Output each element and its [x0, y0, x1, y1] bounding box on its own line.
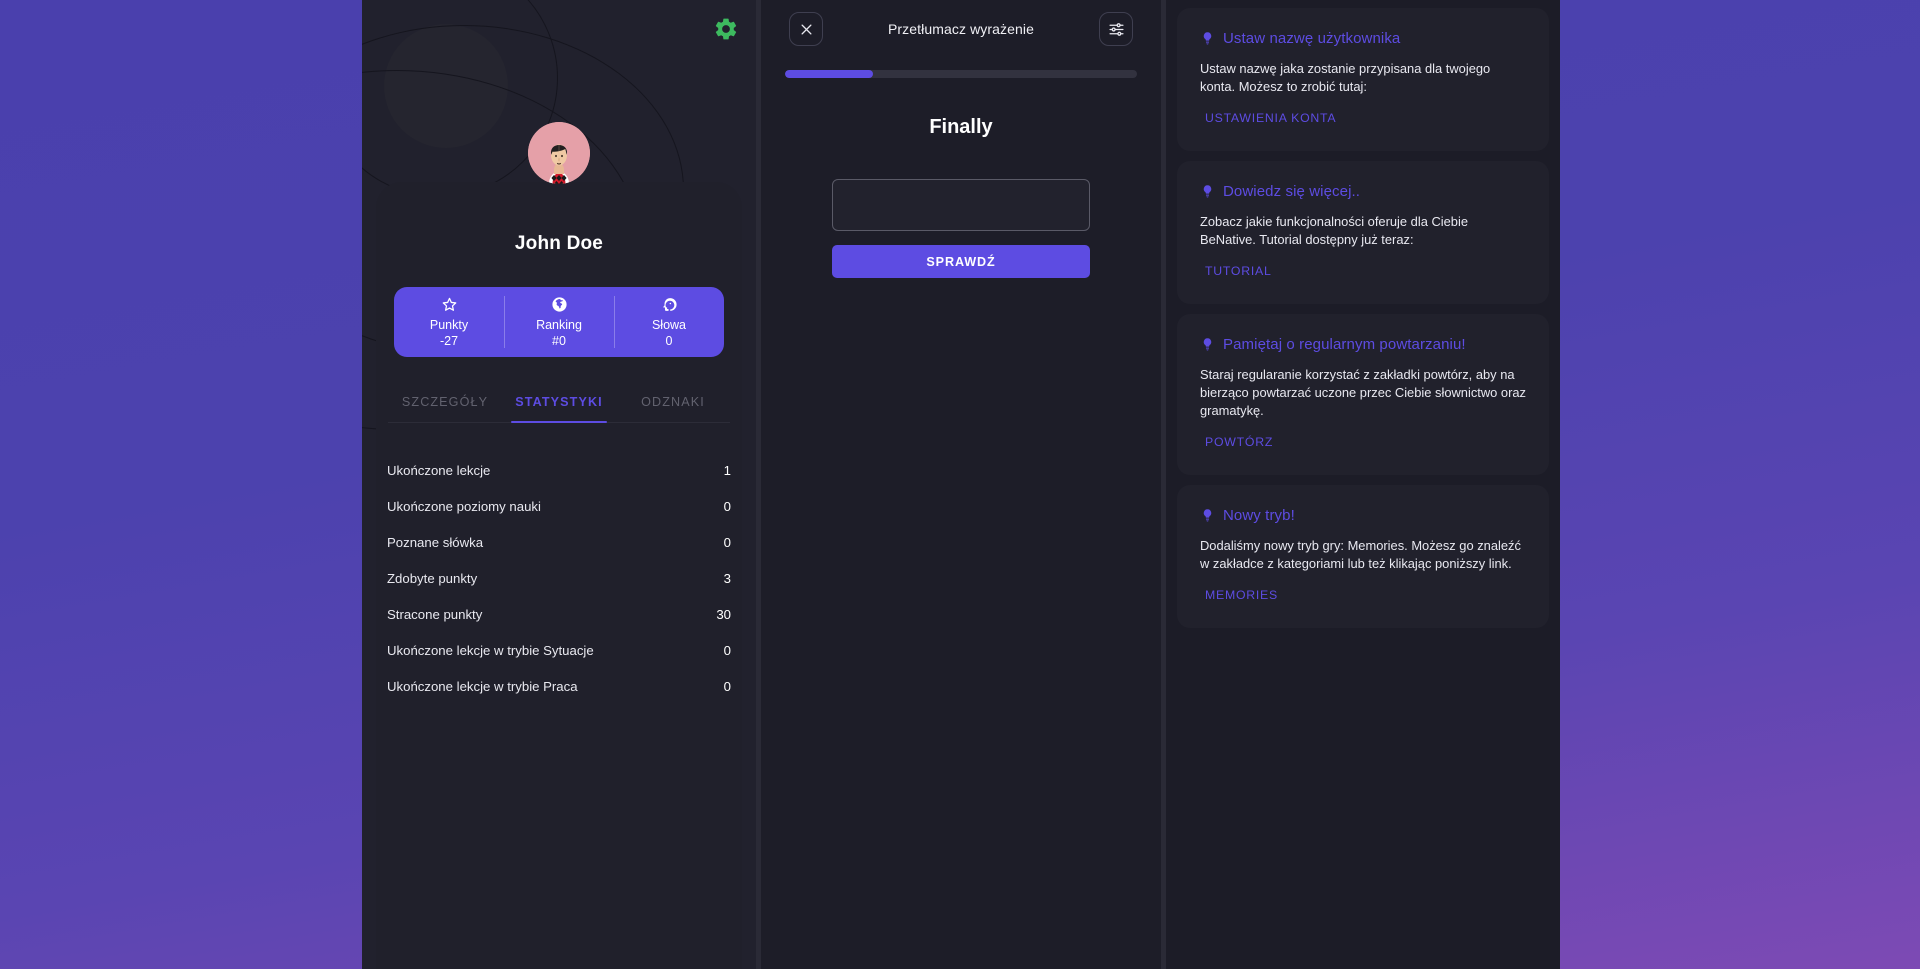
- list-item: Ukończone poziomy nauki 0: [387, 488, 731, 524]
- statistic-value: 0: [723, 534, 731, 550]
- stat-label: Punkty: [429, 317, 469, 332]
- lightbulb-icon: [1203, 32, 1212, 45]
- tip-link-account-settings[interactable]: USTAWIENIA KONTA: [1200, 111, 1336, 125]
- statistic-value: 0: [723, 642, 731, 658]
- profile-panel: John Doe Punkty -27 Ranking #0 Słowa 0 S…: [362, 0, 756, 969]
- close-icon: [801, 24, 811, 34]
- tip-title: Nowy tryb!: [1223, 507, 1295, 524]
- tip-header: Dowiedz się więcej..: [1200, 183, 1526, 200]
- avatar-illustration: [528, 122, 590, 184]
- tip-card-repetition: Pamiętaj o regularnym powtarzaniu! Stara…: [1177, 314, 1549, 475]
- statistic-value: 0: [723, 498, 731, 514]
- tips-panel: Ustaw nazwę użytkownika Ustaw nazwę jaka…: [1166, 0, 1560, 969]
- tip-title: Dowiedz się więcej..: [1223, 183, 1361, 200]
- check-answer-button[interactable]: SPRAWDŹ: [832, 245, 1090, 278]
- tab-szczegoly[interactable]: SZCZEGÓŁY: [388, 395, 502, 422]
- lightbulb-icon: [1203, 185, 1212, 198]
- tip-body: Ustaw nazwę jaka zostanie przypisana dla…: [1200, 61, 1491, 94]
- statistic-label: Ukończone lekcje w trybie Praca: [387, 678, 578, 694]
- stat-cell-points: Punkty -27: [394, 287, 504, 357]
- tip-card-learn-more: Dowiedz się więcej.. Zobacz jakie funkcj…: [1177, 161, 1549, 304]
- decorative-ring: [362, 0, 558, 197]
- stat-cell-ranking: Ranking #0: [504, 287, 614, 357]
- answer-input[interactable]: [832, 179, 1090, 231]
- tip-card-new-mode: Nowy tryb! Dodaliśmy nowy tryb gry: Memo…: [1177, 485, 1549, 628]
- tip-title: Ustaw nazwę użytkownika: [1223, 30, 1401, 47]
- tab-statystyki[interactable]: STATYSTYKI: [502, 395, 616, 423]
- stat-value: 0: [665, 333, 673, 348]
- list-item: Ukończone lekcje 1: [387, 452, 731, 488]
- tip-link-memories[interactable]: MEMORIES: [1200, 588, 1278, 602]
- stat-value: #0: [552, 333, 566, 348]
- translate-header: Przetłumacz wyrażenie: [783, 0, 1139, 58]
- settings-button[interactable]: [1099, 12, 1133, 46]
- tip-header: Nowy tryb!: [1200, 507, 1526, 524]
- prompt-word: Finally: [929, 116, 993, 138]
- gear-icon[interactable]: [713, 16, 739, 42]
- statistic-value: 0: [723, 678, 731, 694]
- statistic-value: 3: [723, 570, 731, 586]
- stat-cell-words: Słowa 0: [614, 287, 724, 357]
- tip-title: Pamiętaj o regularnym powtarzaniu!: [1223, 336, 1466, 353]
- statistic-label: Zdobyte punkty: [387, 570, 478, 586]
- statistics-list: Ukończone lekcje 1 Ukończone poziomy nau…: [387, 452, 731, 704]
- tip-link-tutorial[interactable]: TUTORIAL: [1200, 264, 1272, 278]
- tip-link-repeat[interactable]: POWTÓRZ: [1200, 435, 1273, 449]
- lesson-progress-fill: [785, 70, 873, 78]
- close-button[interactable]: [789, 12, 823, 46]
- translate-title: Przetłumacz wyrażenie: [887, 21, 1035, 37]
- statistic-label: Ukończone poziomy nauki: [387, 498, 541, 514]
- list-item: Stracone punkty 30: [387, 596, 731, 632]
- profile-tabs: SZCZEGÓŁY STATYSTYKI ODZNAKI: [388, 395, 730, 423]
- tip-body: Zobacz jakie funkcjonalności oferuje dla…: [1200, 214, 1468, 247]
- tab-odznaki[interactable]: ODZNAKI: [616, 395, 730, 422]
- statistic-value: 30: [716, 606, 731, 622]
- statistic-label: Ukończone lekcje: [387, 462, 491, 478]
- avatar[interactable]: [528, 122, 590, 184]
- list-item: Zdobyte punkty 3: [387, 560, 731, 596]
- tip-card-username: Ustaw nazwę użytkownika Ustaw nazwę jaka…: [1177, 8, 1549, 151]
- tip-header: Ustaw nazwę użytkownika: [1200, 30, 1526, 47]
- gear-icon-glyph: [715, 18, 737, 40]
- statistic-label: Ukończone lekcje w trybie Sytuacje: [387, 642, 594, 658]
- lightbulb-icon: [1203, 338, 1212, 351]
- globe-icon: [551, 296, 568, 313]
- decorative-disc: [384, 24, 508, 148]
- statistic-label: Poznane słówka: [387, 534, 484, 550]
- translate-panel: Przetłumacz wyrażenie Finally SPRAWDŹ: [761, 0, 1161, 969]
- app-window: John Doe Punkty -27 Ranking #0 Słowa 0 S…: [362, 0, 1560, 969]
- tip-body: Dodaliśmy nowy tryb gry: Memories. Możes…: [1200, 538, 1521, 571]
- page-title: John Doe: [514, 233, 604, 254]
- lesson-progress-bar[interactable]: [785, 70, 1137, 78]
- brain-icon: [661, 296, 678, 313]
- sliders-icon: [1108, 22, 1124, 36]
- statistic-value: 1: [723, 462, 731, 478]
- tip-body: Staraj regularanie korzystać z zakładki …: [1200, 367, 1526, 418]
- stat-label: Słowa: [651, 317, 687, 332]
- stat-label: Ranking: [536, 317, 582, 332]
- stats-summary-pill: Punkty -27 Ranking #0 Słowa 0: [394, 287, 724, 357]
- list-item: Poznane słówka 0: [387, 524, 731, 560]
- statistic-label: Stracone punkty: [387, 606, 483, 622]
- list-item: Ukończone lekcje w trybie Praca 0: [387, 668, 731, 704]
- star-icon: [441, 296, 458, 313]
- list-item: Ukończone lekcje w trybie Sytuacje 0: [387, 632, 731, 668]
- stat-value: -27: [439, 333, 459, 348]
- tip-header: Pamiętaj o regularnym powtarzaniu!: [1200, 336, 1526, 353]
- lightbulb-icon: [1203, 509, 1212, 522]
